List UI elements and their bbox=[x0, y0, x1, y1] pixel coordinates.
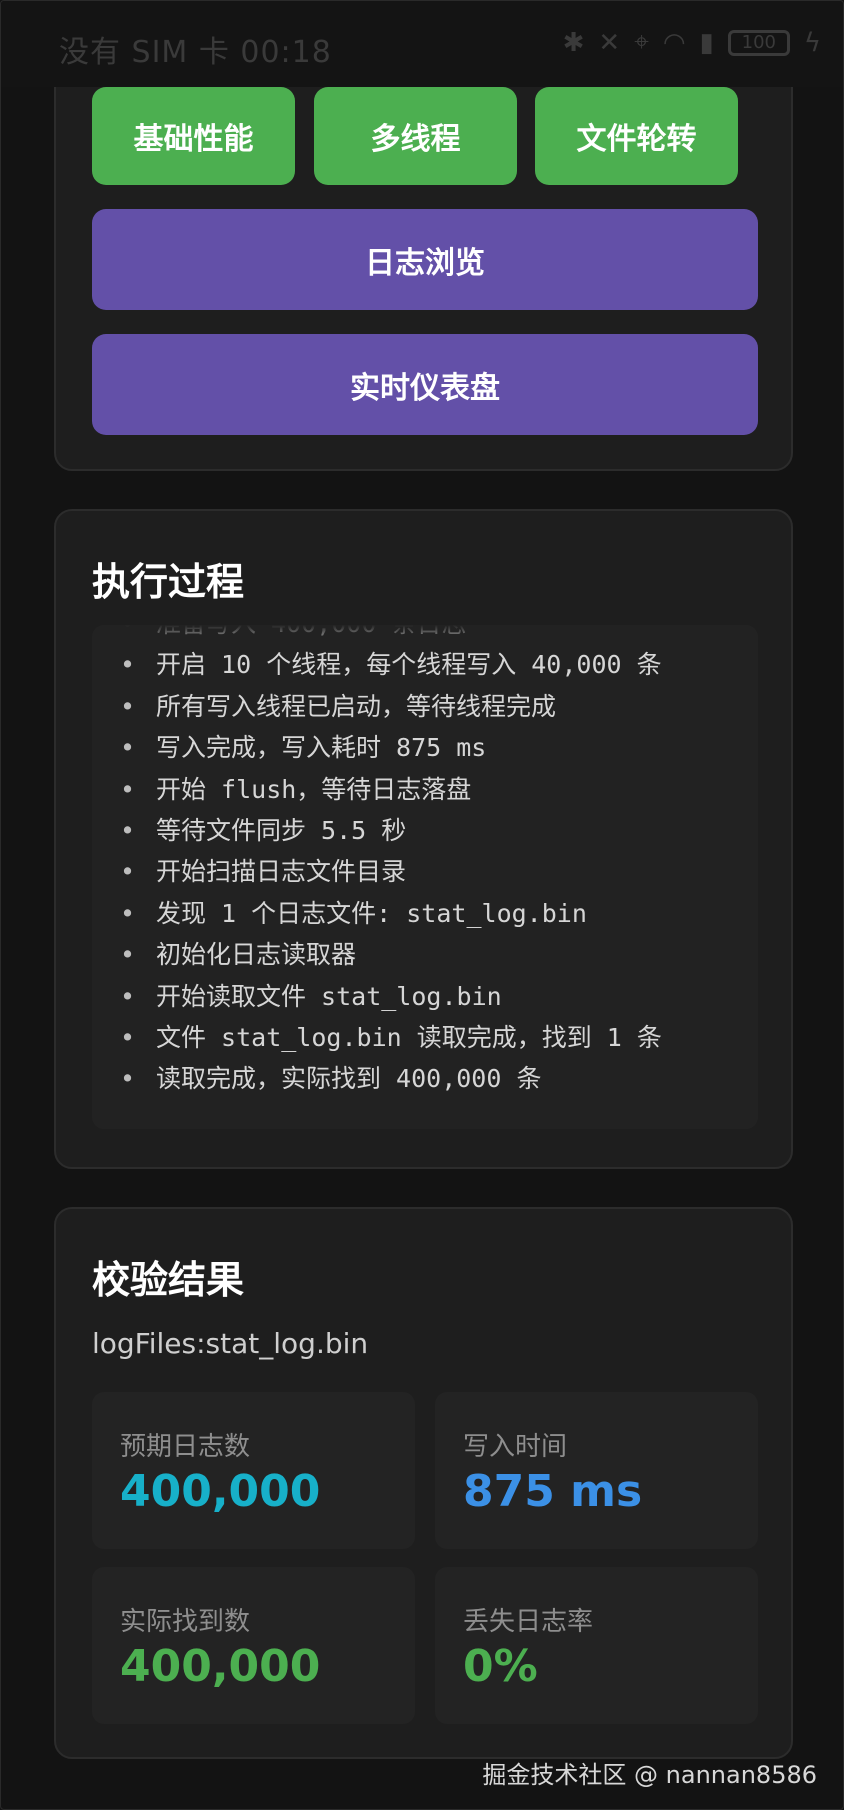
multithread-button[interactable]: 多线程 bbox=[314, 87, 517, 185]
result-title: 校验结果 bbox=[92, 1258, 245, 1302]
bullet-icon: • bbox=[120, 774, 136, 804]
log-line: • 所有写入线程已启动，等待线程完成 bbox=[92, 686, 662, 727]
location-icon: ⌖ bbox=[634, 27, 649, 57]
log-line: • 写入完成，写入耗时 875 ms bbox=[92, 727, 662, 768]
log-line: • 开启 10 个线程，每个线程写入 40,000 条 bbox=[92, 644, 662, 685]
bullet-icon: • bbox=[120, 940, 136, 970]
bullet-icon: • bbox=[120, 857, 136, 887]
bullet-icon: • bbox=[120, 1064, 136, 1094]
bullet-icon: • bbox=[120, 733, 136, 763]
expected-count-label: 预期日志数 bbox=[120, 1432, 251, 1462]
expected-count-value: 400,000 bbox=[120, 1466, 321, 1517]
found-count-label: 实际找到数 bbox=[120, 1607, 251, 1637]
log-browse-button[interactable]: 日志浏览 bbox=[92, 209, 758, 310]
process-log-list: •准备写入 400,000 条日志•开启 10 个线程，每个线程写入 40,00… bbox=[92, 625, 662, 1100]
found-count-stat: 实际找到数 400,000 bbox=[92, 1567, 415, 1724]
log-line-text: 所有写入线程已启动，等待线程完成 bbox=[156, 691, 557, 721]
mute-icon: ✕ bbox=[598, 27, 621, 58]
log-line-text: 写入完成，写入耗时 875 ms bbox=[156, 733, 487, 763]
bluetooth-icon: ✱ bbox=[562, 27, 585, 58]
log-line-text: 初始化日志读取器 bbox=[156, 940, 357, 970]
log-line-text: 发现 1 个日志文件: stat_log.bin bbox=[156, 898, 587, 928]
write-time-value: 875 ms bbox=[463, 1466, 643, 1517]
bullet-icon: • bbox=[120, 981, 136, 1011]
bullet-icon: • bbox=[120, 625, 156, 644]
log-fade-bottom bbox=[92, 1107, 758, 1129]
log-line-text: 读取完成，实际找到 400,000 条 bbox=[156, 1064, 542, 1094]
process-log-box[interactable]: •准备写入 400,000 条日志•开启 10 个线程，每个线程写入 40,00… bbox=[92, 625, 758, 1129]
process-title: 执行过程 bbox=[92, 560, 245, 604]
log-line: •准备写入 400,000 条日志 bbox=[92, 625, 662, 644]
write-time-stat: 写入时间 875 ms bbox=[435, 1392, 758, 1549]
log-line: • 读取完成，实际找到 400,000 条 bbox=[92, 1058, 662, 1099]
app-screen: 没有 SIM 卡 00:18 ✱ ✕ ⌖ ◠ ▮ 100 ϟ 基础性能 多线程 … bbox=[0, 0, 844, 1810]
bullet-icon: • bbox=[120, 898, 136, 928]
found-count-value: 400,000 bbox=[120, 1641, 321, 1692]
status-bar: 没有 SIM 卡 00:18 ✱ ✕ ⌖ ◠ ▮ 100 ϟ bbox=[1, 1, 843, 87]
execution-process-card: 执行过程 •准备写入 400,000 条日志•开启 10 个线程，每个线程写入 … bbox=[54, 509, 793, 1169]
loss-rate-label: 丢失日志率 bbox=[463, 1607, 594, 1637]
write-time-label: 写入时间 bbox=[463, 1432, 568, 1462]
status-icons: ✱ ✕ ⌖ ◠ ▮ 100 ϟ bbox=[563, 27, 821, 58]
test-actions-card: 基础性能 多线程 文件轮转 日志浏览 实时仪表盘 bbox=[54, 41, 793, 471]
watermark: 掘金技术社区 @ nannan8586 bbox=[482, 1761, 817, 1789]
realtime-dashboard-button[interactable]: 实时仪表盘 bbox=[92, 334, 758, 435]
log-line-text: 文件 stat_log.bin 读取完成，找到 1 条 bbox=[156, 1022, 662, 1052]
basic-performance-button[interactable]: 基础性能 bbox=[92, 87, 295, 185]
log-line: • 发现 1 个日志文件: stat_log.bin bbox=[92, 893, 662, 934]
loss-rate-stat: 丢失日志率 0% bbox=[435, 1567, 758, 1724]
log-line: • 文件 stat_log.bin 读取完成，找到 1 条 bbox=[92, 1017, 662, 1058]
status-sim-time: 没有 SIM 卡 00:18 bbox=[59, 35, 332, 70]
expected-count-stat: 预期日志数 400,000 bbox=[92, 1392, 415, 1549]
log-line-text: 开始 flush，等待日志落盘 bbox=[156, 774, 472, 804]
log-line: • 初始化日志读取器 bbox=[92, 934, 662, 975]
log-line-text: 开启 10 个线程，每个线程写入 40,000 条 bbox=[156, 650, 662, 680]
file-rotation-button[interactable]: 文件轮转 bbox=[535, 87, 738, 185]
log-line-text: 开始读取文件 stat_log.bin bbox=[156, 981, 502, 1011]
bullet-icon: • bbox=[120, 1022, 136, 1052]
log-line-text: 准备写入 400,000 条日志 bbox=[156, 625, 466, 638]
battery-icon: 100 bbox=[727, 29, 790, 56]
bullet-icon: • bbox=[120, 650, 136, 680]
loss-rate-value: 0% bbox=[463, 1641, 538, 1692]
log-line: • 开始扫描日志文件目录 bbox=[92, 851, 662, 892]
verification-result-card: 校验结果 logFiles:stat_log.bin 预期日志数 400,000… bbox=[54, 1207, 793, 1759]
log-line: • 等待文件同步 5.5 秒 bbox=[92, 810, 662, 851]
log-files-text: logFiles:stat_log.bin bbox=[92, 1327, 369, 1360]
bullet-icon: • bbox=[120, 691, 136, 721]
sim-icon: ▮ bbox=[699, 27, 714, 58]
log-line: • 开始读取文件 stat_log.bin bbox=[92, 976, 662, 1017]
log-line-text: 等待文件同步 5.5 秒 bbox=[156, 815, 407, 845]
charging-icon: ϟ bbox=[803, 27, 821, 58]
log-line: • 开始 flush，等待日志落盘 bbox=[92, 769, 662, 810]
bullet-icon: • bbox=[120, 815, 136, 845]
wifi-icon: ◠ bbox=[662, 27, 686, 58]
log-line-text: 开始扫描日志文件目录 bbox=[156, 857, 407, 887]
